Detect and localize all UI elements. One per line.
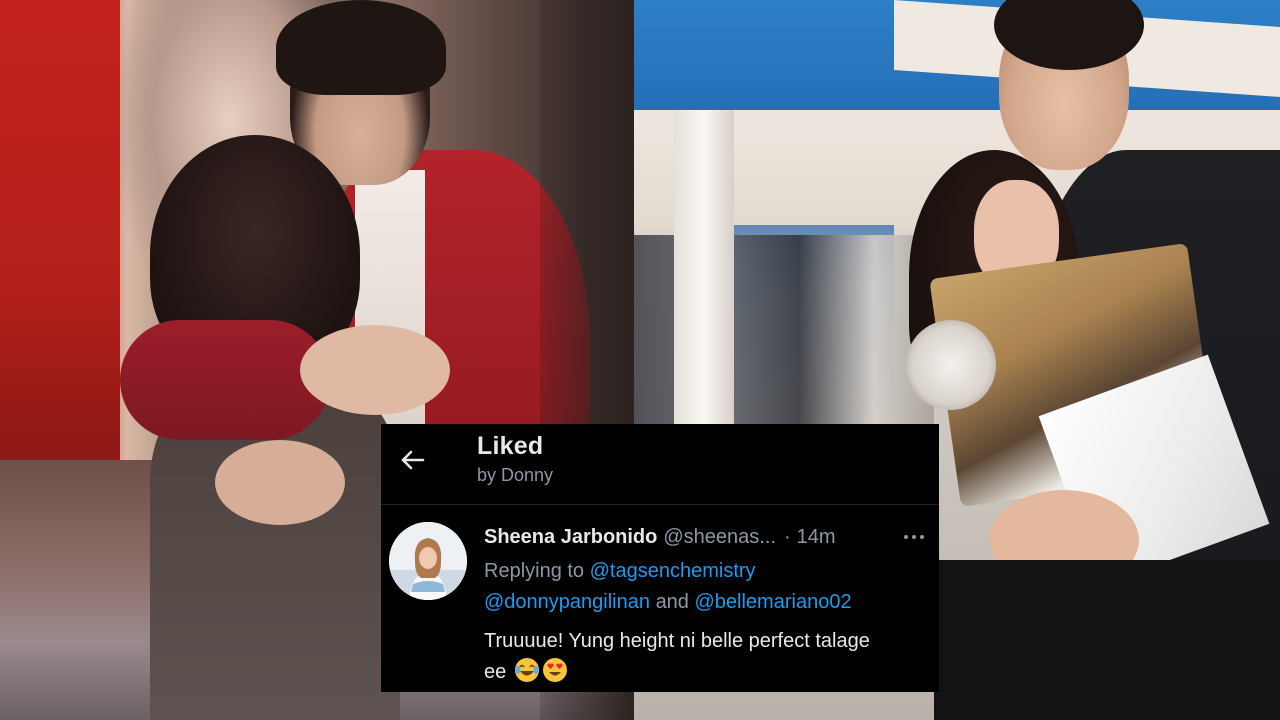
author-handle[interactable]: @sheenas... <box>663 526 776 549</box>
man-hair <box>276 0 446 95</box>
avatar[interactable] <box>389 522 467 600</box>
tweet-text-line: Truuuue! Yung height ni belle perfect ta… <box>484 630 870 652</box>
author-name[interactable]: Sheena Jarbonido <box>484 526 657 549</box>
mention-link[interactable]: @bellemariano02 <box>695 591 852 613</box>
tweet-screenshot-card: Liked by Donny Sheena Jarbonido @sheenas… <box>381 424 939 692</box>
dark-clothing <box>934 560 1280 720</box>
pillar <box>674 110 734 430</box>
white-flowers <box>906 320 996 410</box>
screenshot-stage: Liked by Donny Sheena Jarbonido @sheenas… <box>0 0 1280 720</box>
mention-link[interactable]: @donnypangilinan <box>484 591 650 613</box>
tweet-text-line: ee <box>484 661 507 683</box>
more-horizontal-icon <box>920 535 924 539</box>
mention-link[interactable]: @tagsenchemistry <box>590 560 756 582</box>
replying-to-label: Replying to <box>484 560 585 582</box>
face-with-tears-of-joy-emoji <box>514 657 540 683</box>
arrow-left-icon <box>401 450 425 470</box>
meta-separator: · <box>783 526 791 548</box>
page-subtitle: by Donny <box>477 465 554 485</box>
hand <box>300 325 450 415</box>
page-title: Liked <box>477 432 544 460</box>
replying-to-line: Replying to @tagsenchemistry <box>484 560 756 583</box>
more-horizontal-icon <box>904 535 908 539</box>
hand <box>215 440 345 525</box>
smiling-face-with-heart-eyes-emoji <box>542 657 568 683</box>
more-horizontal-icon <box>912 535 916 539</box>
divider <box>381 504 939 505</box>
woman-arm <box>120 320 330 440</box>
replying-to-line: @donnypangilinan and @bellemariano02 <box>484 591 852 614</box>
tweet-text: Truuuue! Yung height ni belle perfect ta… <box>484 626 934 688</box>
tweet-timestamp[interactable]: 14m <box>797 526 836 549</box>
back-button[interactable] <box>391 444 435 476</box>
more-options-button[interactable] <box>897 524 931 550</box>
and-label: and <box>655 591 689 613</box>
red-gown-figure <box>0 0 120 470</box>
tweet-header: Sheena Jarbonido @sheenas... · 14m <box>484 526 924 554</box>
